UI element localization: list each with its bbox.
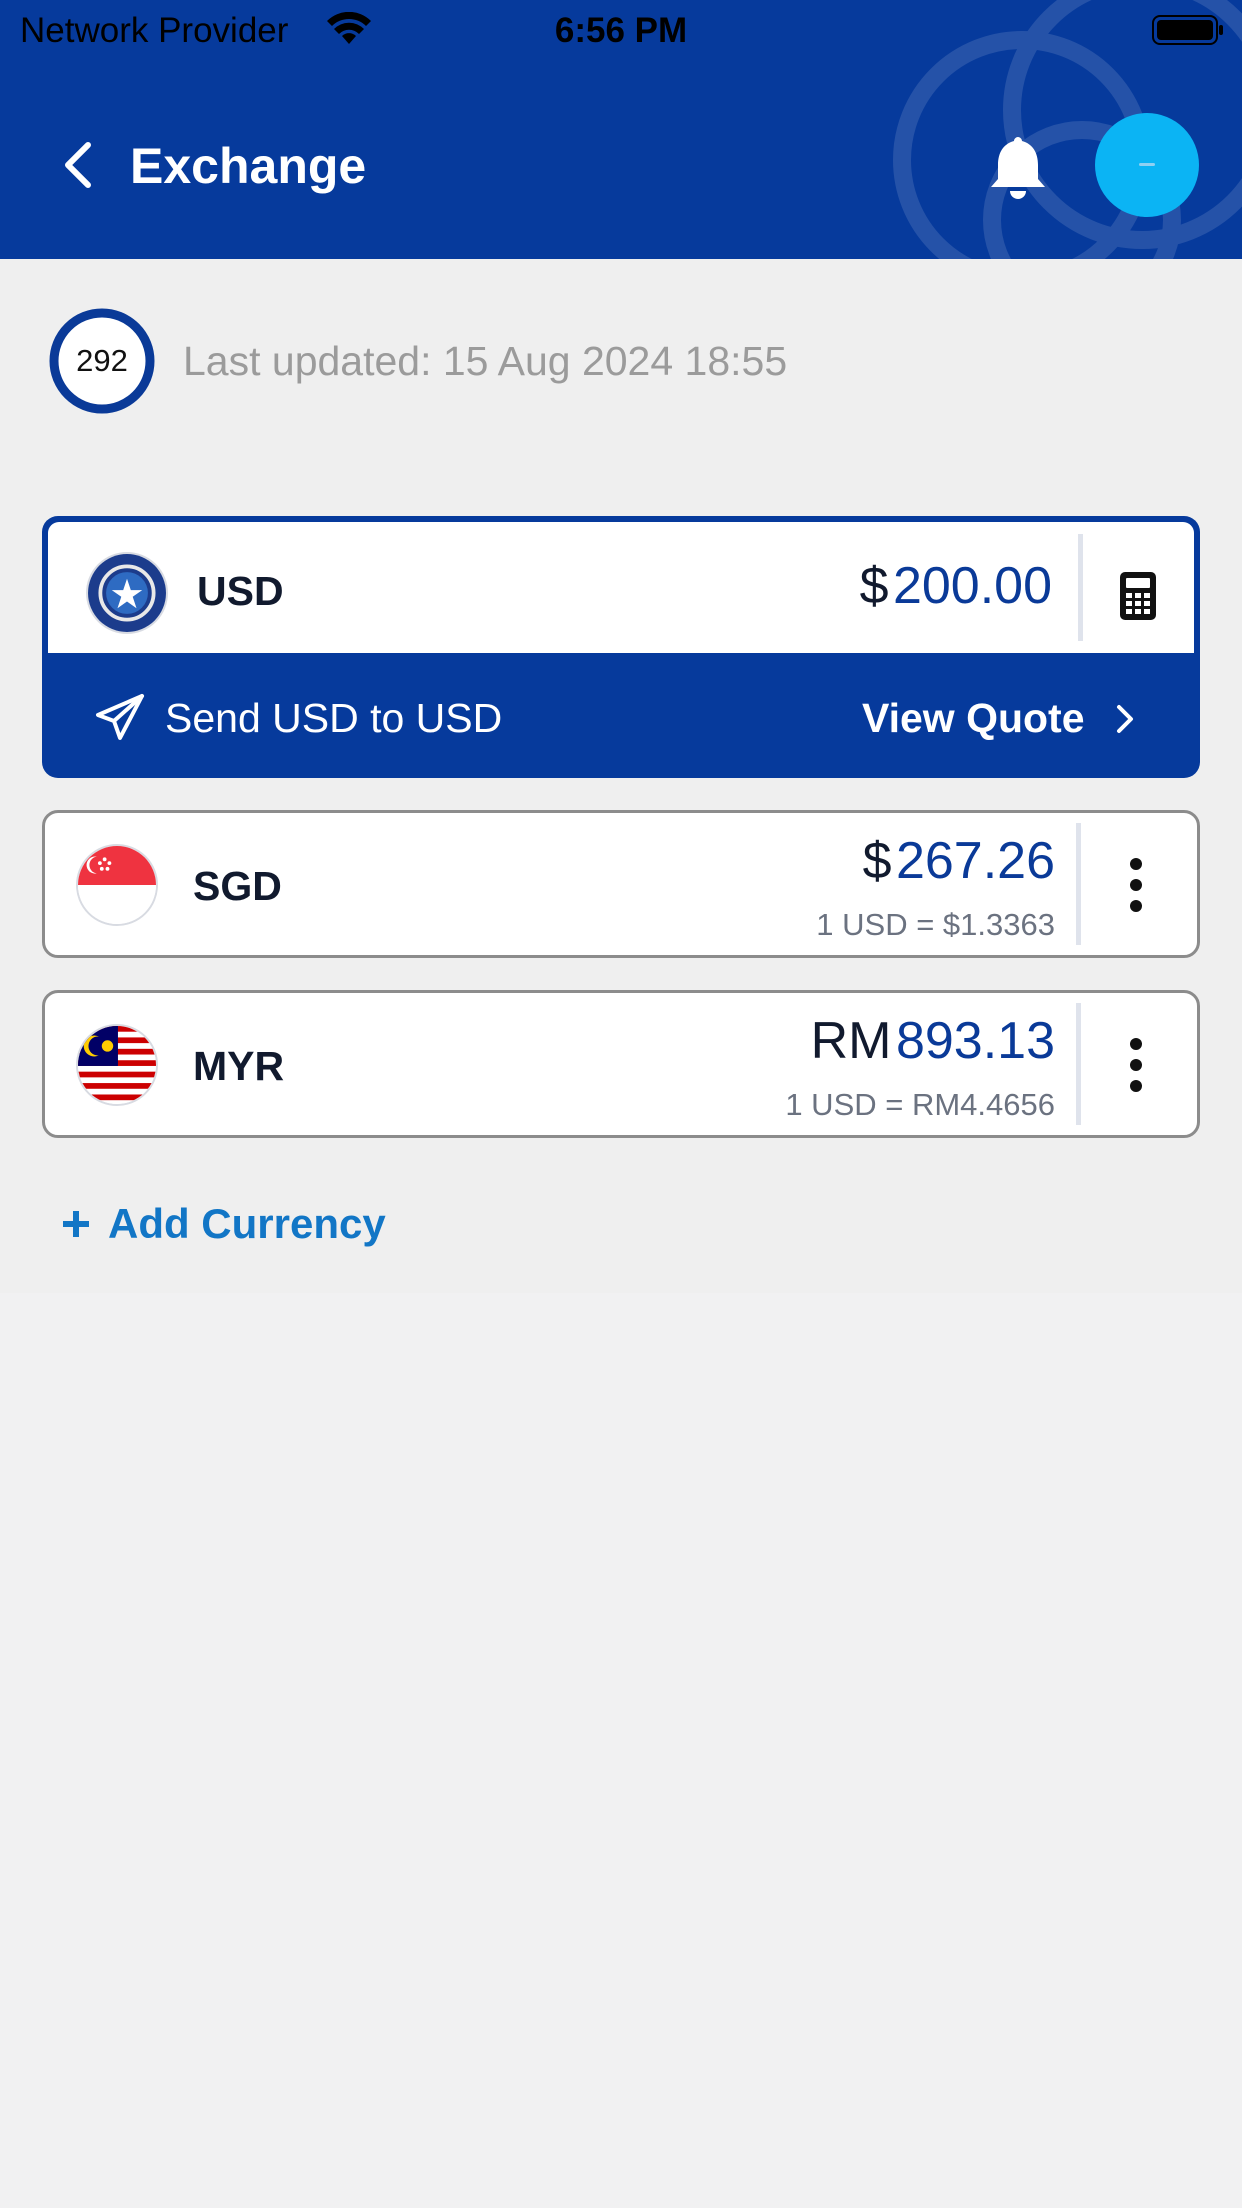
status-bar: Network Provider 6:56 PM [0, 0, 1242, 62]
exchange-rate: 1 USD = $1.3363 [816, 907, 1055, 942]
send-icon [96, 694, 144, 740]
divider [1076, 1003, 1081, 1125]
bell-icon[interactable] [988, 133, 1048, 203]
page-title: Exchange [130, 138, 367, 194]
calculator-icon[interactable] [1118, 570, 1158, 622]
currency-card-sgd[interactable]: SGD $ 267.26 1 USD = $1.3363 [42, 810, 1200, 958]
more-vertical-icon[interactable] [1129, 857, 1143, 913]
chevron-right-icon [1117, 705, 1133, 733]
add-currency-button[interactable]: Add Currency [108, 1200, 386, 1248]
plus-icon [63, 1211, 89, 1237]
app-header: Network Provider 6:56 PM Exchange [0, 0, 1242, 259]
more-vertical-icon[interactable] [1129, 1037, 1143, 1093]
flag-sgd-icon [76, 844, 158, 926]
status-time: 6:56 PM [554, 11, 688, 50]
last-updated-text: Last updated: 15 Aug 2024 18:55 [183, 338, 788, 384]
exchange-rate: 1 USD = RM4.4656 [785, 1087, 1055, 1122]
back-icon[interactable] [58, 140, 98, 190]
currency-amount: RM 893.13 [811, 1011, 1055, 1071]
send-quote-row[interactable]: Send USD to USD View Quote [42, 653, 1200, 778]
currency-amount-value: 893.13 [895, 1012, 1055, 1070]
currency-amount-value: 267.26 [895, 832, 1055, 890]
currency-symbol: RM [810, 1012, 892, 1070]
avatar-placeholder [1139, 163, 1155, 166]
avatar[interactable] [1095, 113, 1199, 217]
send-label: Send USD to USD [165, 695, 503, 741]
currency-card-myr[interactable]: MYR RM 893.13 1 USD = RM4.4656 [42, 990, 1200, 1138]
base-amount-value: 200.00 [892, 557, 1052, 615]
currency-symbol: $ [862, 832, 892, 890]
currency-code: MYR [193, 1043, 285, 1089]
divider [1078, 534, 1083, 641]
base-currency-card: USD $ 200.00 Send USD to USD View Quote [42, 516, 1200, 778]
view-quote-link[interactable]: View Quote [862, 695, 1085, 742]
currency-amount: $ 267.26 [863, 831, 1055, 891]
base-currency-row[interactable]: USD $ 200.00 [48, 522, 1194, 653]
flag-usd-icon [86, 552, 168, 634]
base-amount[interactable]: $ 200.00 [860, 556, 1052, 616]
currency-code: SGD [193, 863, 282, 909]
flag-myr-icon [76, 1024, 158, 1106]
base-currency-symbol: $ [859, 557, 889, 615]
base-currency-code: USD [197, 568, 284, 614]
battery-icon [1152, 15, 1223, 45]
divider [1076, 823, 1081, 945]
refresh-countdown: 292 [76, 343, 128, 378]
